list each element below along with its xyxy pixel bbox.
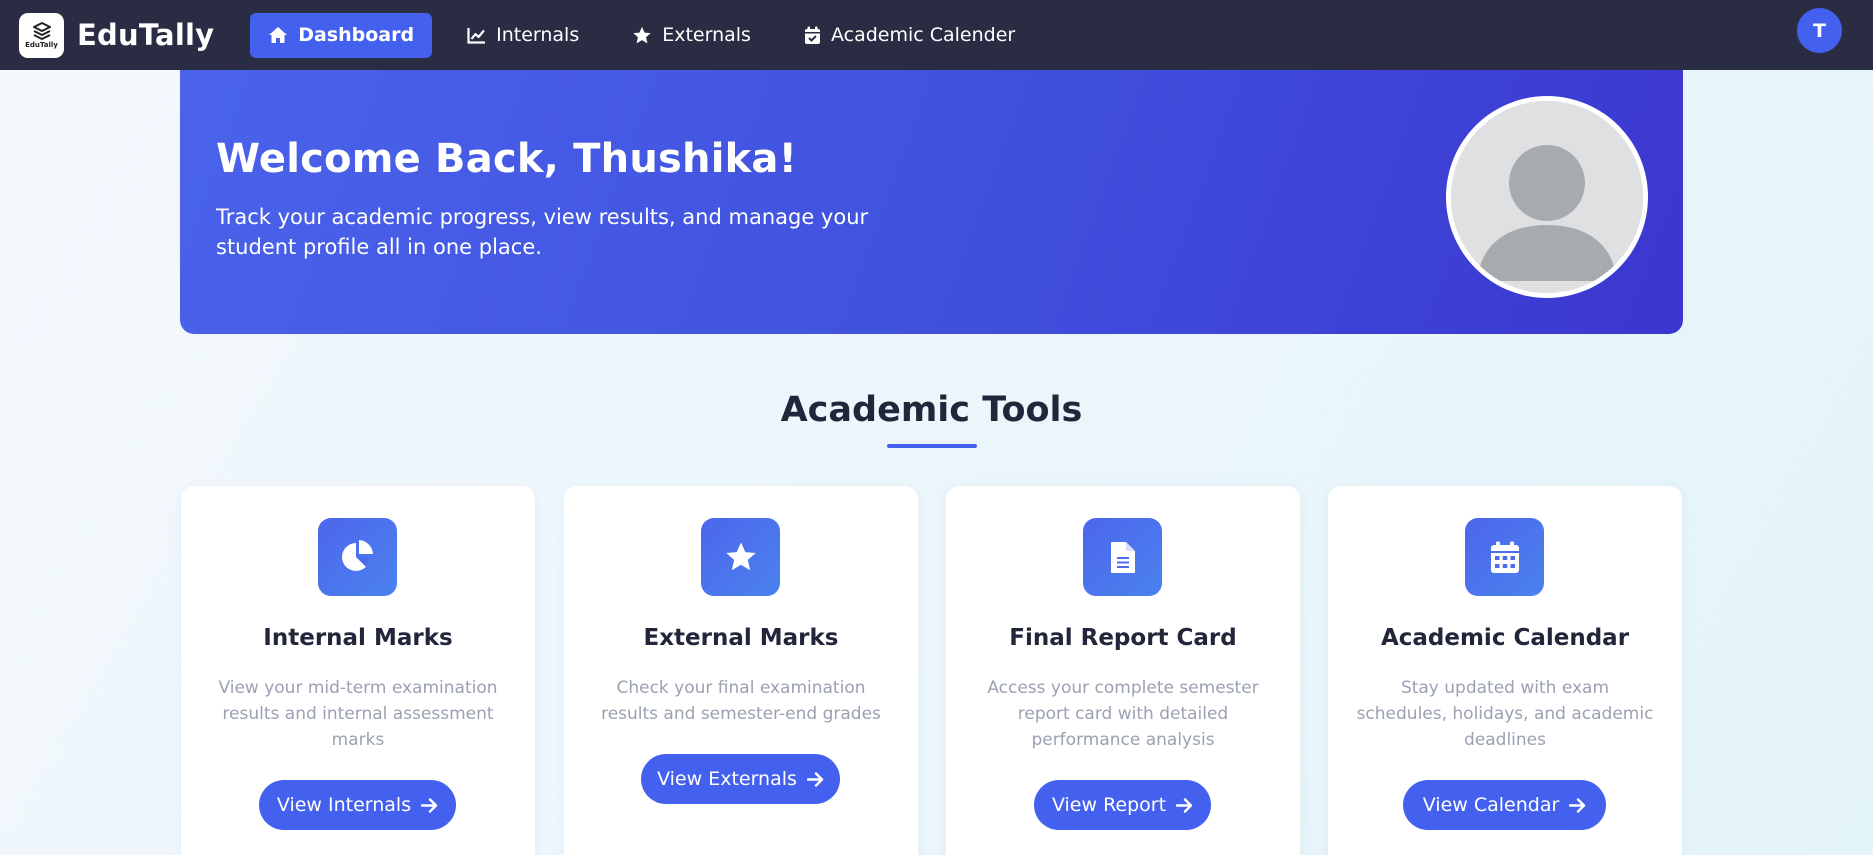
welcome-title: Welcome Back, Thushika! xyxy=(216,136,798,182)
view-externals-button[interactable]: View Externals xyxy=(641,754,840,804)
pie-chart-icon xyxy=(318,518,397,596)
card-title: External Marks xyxy=(643,625,839,651)
calendar-check-icon xyxy=(804,26,821,45)
layers-icon xyxy=(32,21,51,40)
welcome-banner: Welcome Back, Thushika! Track your acade… xyxy=(180,58,1683,334)
arrow-right-icon xyxy=(1176,797,1193,813)
card-academic-calendar: Academic Calendar Stay updated with exam… xyxy=(1328,486,1682,855)
star-icon xyxy=(701,518,780,596)
user-avatar-button[interactable]: T xyxy=(1797,8,1842,53)
card-title: Academic Calendar xyxy=(1380,625,1630,651)
nav-label-academic-calender: Academic Calender xyxy=(830,24,1016,46)
star-icon xyxy=(632,26,652,45)
card-internal-marks: Internal Marks View your mid-term examin… xyxy=(181,486,535,855)
button-label: View Report xyxy=(1051,794,1167,816)
arrow-right-icon xyxy=(806,771,824,787)
top-navbar: EduTally EduTally Dashboard Internals Ex… xyxy=(0,0,1873,70)
section-underline xyxy=(887,444,977,448)
nav-label-dashboard: Dashboard xyxy=(298,24,415,46)
logo-text: EduTally xyxy=(25,40,58,49)
brand-name[interactable]: EduTally xyxy=(77,18,214,52)
main-nav: Dashboard Internals Externals Academic C… xyxy=(250,12,1050,58)
card-description: Stay updated with exam schedules, holida… xyxy=(1356,678,1654,750)
view-report-button[interactable]: View Report xyxy=(1034,780,1211,830)
profile-picture[interactable] xyxy=(1446,96,1648,298)
view-internals-button[interactable]: View Internals xyxy=(259,780,456,830)
arrow-right-icon xyxy=(1569,797,1586,813)
nav-item-dashboard[interactable]: Dashboard xyxy=(250,12,433,58)
card-external-marks: External Marks Check your final examinat… xyxy=(564,486,918,855)
card-final-report-card: Final Report Card Access your complete s… xyxy=(946,486,1300,855)
card-title: Internal Marks xyxy=(263,625,453,651)
nav-item-internals[interactable]: Internals xyxy=(449,13,597,58)
nav-item-externals[interactable]: Externals xyxy=(614,13,769,58)
user-placeholder-icon xyxy=(1451,101,1643,293)
card-description: Check your final examination results and… xyxy=(601,678,881,724)
card-description: Access your complete semester report car… xyxy=(987,678,1259,750)
welcome-subtitle: Track your academic progress, view resul… xyxy=(216,205,869,259)
document-icon xyxy=(1083,518,1162,596)
view-calendar-button[interactable]: View Calendar xyxy=(1403,780,1606,830)
button-label: View Internals xyxy=(276,794,412,816)
nav-label-internals: Internals xyxy=(496,24,580,46)
arrow-right-icon xyxy=(421,797,438,813)
calendar-icon xyxy=(1465,518,1544,596)
button-label: View Calendar xyxy=(1422,794,1560,816)
button-label: View Externals xyxy=(657,768,797,790)
card-title: Final Report Card xyxy=(1009,625,1237,651)
home-icon xyxy=(268,26,288,44)
brand-logo[interactable]: EduTally xyxy=(19,12,64,58)
nav-item-academic-calender[interactable]: Academic Calender xyxy=(786,13,1033,58)
line-chart-icon xyxy=(467,27,486,44)
nav-label-externals: Externals xyxy=(662,24,751,46)
card-description: View your mid-term examination results a… xyxy=(218,678,498,750)
section-title: Academic Tools xyxy=(780,390,1083,430)
brand[interactable]: EduTally EduTally xyxy=(19,12,214,58)
